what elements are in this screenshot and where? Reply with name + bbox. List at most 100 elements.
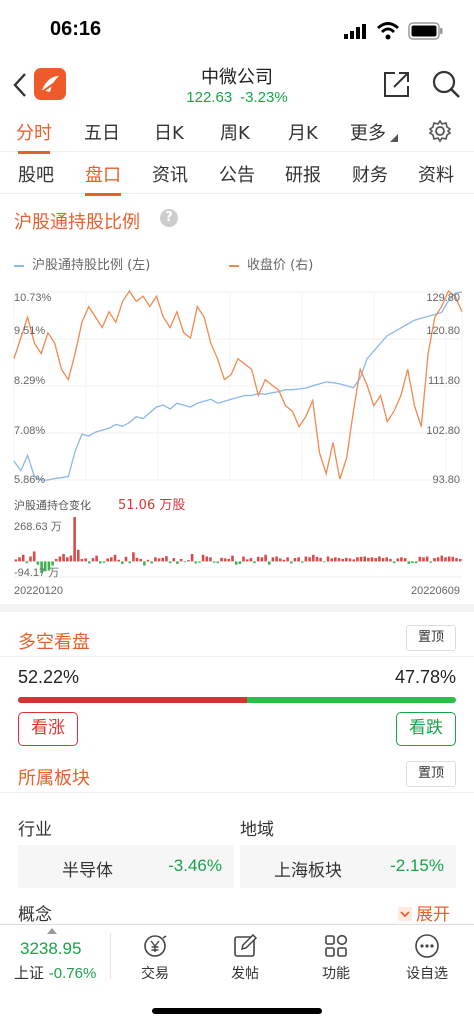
bull-percent: 52.22% [18, 667, 80, 687]
change-bar [32, 551, 36, 562]
left-tick-2: 8.29% [14, 375, 46, 387]
change-bar [359, 556, 363, 562]
region-card[interactable]: 上海板块 -2.15% [240, 845, 456, 888]
tab-more[interactable]: 更多 [350, 119, 386, 145]
change-bar [14, 559, 18, 562]
change-bar [337, 558, 341, 562]
sentiment-bar [18, 697, 456, 703]
post-label: 发帖 [231, 966, 259, 982]
tab-forum[interactable]: 股吧 [18, 161, 54, 187]
change-bar [396, 558, 400, 562]
search-icon[interactable] [430, 68, 462, 100]
tab-news[interactable]: 资讯 [152, 161, 188, 187]
change-bar [267, 561, 271, 565]
tab-daily-k[interactable]: 日K [154, 119, 184, 145]
change-bar [392, 561, 396, 564]
change-bar [168, 561, 172, 564]
sentiment-divider [0, 656, 474, 657]
close-series-line [13, 289, 463, 480]
change-bar [110, 557, 113, 562]
home-indicator [152, 1008, 322, 1014]
tab-research[interactable]: 研报 [285, 161, 321, 187]
change-bar [458, 558, 462, 562]
change-bar [154, 557, 157, 562]
legend-close: 收盘价 (右) [229, 254, 313, 273]
change-bar [227, 558, 231, 562]
change-bar [88, 561, 91, 564]
sectors-divider [0, 792, 474, 793]
change-bar [124, 556, 128, 562]
change-bar [135, 557, 139, 562]
help-icon[interactable]: ? [160, 209, 178, 227]
change-bar [238, 561, 242, 564]
bearish-button[interactable]: 看跌 [396, 712, 456, 746]
industry-card[interactable]: 半导体 -3.46% [18, 845, 234, 888]
functions-button[interactable]: 功能 [301, 933, 371, 983]
left-tick-0: 10.73% [14, 292, 52, 304]
change-bar [403, 558, 407, 562]
change-bar [99, 561, 102, 564]
change-bar [121, 561, 124, 564]
change-bar [275, 556, 278, 562]
change-bar [80, 558, 84, 562]
change-bar [414, 561, 418, 564]
change-bar [297, 557, 300, 562]
change-bar [374, 558, 377, 562]
change-bar [370, 557, 374, 562]
tab-monthly-k[interactable]: 月K [288, 119, 318, 145]
bull-bar-fill [18, 697, 247, 703]
bullish-button[interactable]: 看涨 [18, 712, 78, 746]
change-bar [341, 558, 344, 562]
change-bar [319, 557, 322, 562]
start-date: 20220120 [14, 585, 63, 597]
change-bar [212, 561, 216, 563]
change-bar [356, 557, 359, 562]
tab-financials[interactable]: 财务 [352, 161, 388, 187]
post-button[interactable]: 发帖 [210, 933, 280, 983]
sentiment-title: 多空看盘 [18, 632, 90, 653]
tab-market-panel[interactable]: 盘口 [85, 161, 121, 196]
change-bar [433, 558, 436, 562]
change-bar [62, 554, 65, 562]
add-watchlist-button[interactable]: 设自选 [392, 933, 462, 983]
status-bar: 06:16 [0, 0, 474, 60]
tab-intraday[interactable]: 分时 [16, 119, 52, 154]
expand-button[interactable]: 展开 [398, 900, 450, 925]
tab-profile[interactable]: 资料 [418, 161, 454, 187]
change-bar [73, 517, 76, 562]
change-bar [455, 558, 458, 562]
pin-sectors-button[interactable]: 置顶 [406, 761, 456, 787]
tab-weekly-k[interactable]: 周K [220, 119, 250, 145]
index-widget[interactable]: 3238.95 上证 -0.76% [0, 925, 110, 987]
change-bar [223, 558, 227, 562]
change-bar [345, 557, 348, 562]
legend-ratio-label: 沪股通持股比例 (左) [32, 258, 151, 273]
change-bar [95, 555, 98, 562]
change-bar [389, 558, 392, 562]
more-icon [415, 934, 439, 958]
change-bar [69, 555, 73, 562]
share-icon[interactable] [380, 68, 412, 100]
change-bar [77, 549, 80, 562]
change-bar [113, 554, 117, 562]
industry-label: 行业 [18, 820, 52, 840]
change-bar [139, 558, 142, 562]
change-bar [234, 561, 238, 565]
change-bar [194, 561, 198, 564]
change-bar [363, 556, 366, 562]
change-bar [176, 561, 179, 564]
change-bar [25, 561, 29, 564]
change-bar [183, 561, 187, 563]
index-value: 3238.95 [20, 939, 82, 958]
change-bar [245, 559, 249, 562]
trade-button[interactable]: 交易 [120, 933, 190, 983]
tab-five-day[interactable]: 五日 [84, 119, 120, 145]
change-bar [143, 561, 146, 566]
change-bar [400, 557, 403, 562]
pin-sentiment-button[interactable]: 置顶 [406, 625, 456, 651]
tab-announcements[interactable]: 公告 [219, 161, 255, 187]
change-bar [205, 556, 209, 562]
chart-period-tabs: 分时 五日 日K 周K 月K 更多 [0, 112, 474, 154]
change-bar [278, 558, 282, 562]
gear-icon[interactable] [428, 119, 452, 143]
